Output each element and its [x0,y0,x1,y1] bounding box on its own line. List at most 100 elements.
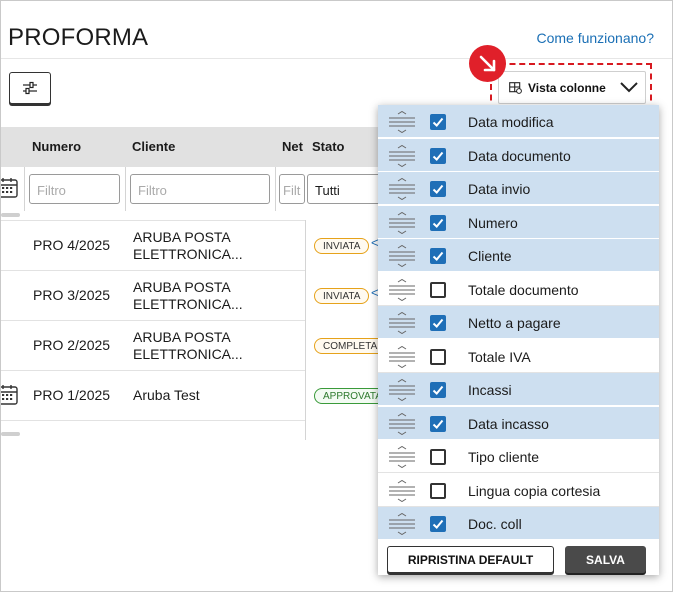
row-3-cliente[interactable]: ARUBA POSTA ELETTRONICA... [133,329,243,363]
chevron-down-icon [620,82,638,93]
column-header-stato[interactable]: Stato [312,139,345,154]
column-checkbox[interactable] [430,147,446,164]
column-checkbox[interactable] [430,248,446,264]
help-link[interactable]: Come funzionano? [536,30,654,46]
column-checkbox[interactable] [430,382,446,398]
row-divider [1,270,305,271]
header-divider [1,58,672,59]
stato-filter-select[interactable]: Tutti [307,174,387,204]
column-header-numero[interactable]: Numero [32,139,81,154]
drag-handle-icon[interactable] [388,312,416,334]
column-checkbox[interactable] [430,516,446,532]
horizontal-scrollbar[interactable] [1,213,20,217]
drag-handle-icon[interactable] [388,446,416,468]
drag-handle-icon[interactable] [388,513,416,535]
column-option[interactable]: Tipo cliente [378,440,659,473]
netto-filter-input[interactable]: Filt [279,174,305,204]
horizontal-scrollbar[interactable] [1,432,20,436]
drag-handle-icon[interactable] [388,345,416,368]
column-separator [275,167,276,211]
column-option[interactable]: Lingua copia cortesia [378,473,659,507]
status-badge: INVIATA [314,288,370,304]
column-header-netto[interactable]: Net [282,139,303,154]
column-option-label: Cliente [468,248,512,264]
drag-handle-icon[interactable] [388,278,416,301]
status-badge: COMPLETA [314,338,387,354]
column-option[interactable]: Doc. coll [378,507,659,540]
column-checkbox[interactable] [430,315,446,331]
column-checkbox[interactable] [430,449,446,465]
row-4-cliente[interactable]: Aruba Test [133,387,200,403]
column-option-label: Netto a pagare [468,315,561,331]
column-checkbox[interactable] [430,214,446,231]
view-columns-label: Vista colonne [528,80,606,95]
sliders-icon [23,81,37,95]
view-columns-button[interactable]: Vista colonne [498,71,646,104]
calendar-icon[interactable] [1,177,19,199]
column-option[interactable]: Totale IVA [378,339,659,373]
column-option-label: Data incasso [468,415,549,432]
save-button[interactable]: SALVA [565,546,646,573]
column-option[interactable]: Cliente [378,239,659,272]
filters-toggle-button[interactable] [9,72,51,104]
column-option-label: Totale documento [468,281,579,298]
checkmark-icon [432,117,444,127]
columns-panel: Data modifica Data documento Data invio Num… [378,105,659,575]
column-option[interactable]: Data modifica [378,105,659,138]
drag-handle-icon[interactable] [388,178,416,200]
column-header-cliente[interactable]: Cliente [132,139,175,154]
row-1-numero[interactable]: PRO 4/2025 [33,237,110,253]
column-checkbox[interactable] [430,482,446,499]
drag-handle-icon[interactable] [388,379,416,401]
checkmark-icon [432,151,444,161]
checkmark-icon [432,318,444,328]
checkmark-icon [432,385,444,395]
column-option[interactable]: Netto a pagare [378,306,659,339]
drag-handle-icon[interactable] [388,412,416,435]
checkmark-icon [432,519,444,529]
row-4-numero[interactable]: PRO 1/2025 [33,387,110,403]
checkmark-icon [432,419,444,429]
drag-handle-icon[interactable] [388,111,416,133]
column-option-label: Tipo cliente [468,449,540,465]
arrow-down-right-icon [469,45,506,82]
reset-default-button[interactable]: RIPRISTINA DEFAULT [387,546,554,573]
column-option-label: Lingua copia cortesia [468,482,601,499]
checkmark-icon [432,251,444,261]
drag-handle-icon[interactable] [388,144,416,167]
column-option-label: Doc. coll [468,516,522,532]
column-checkbox[interactable] [430,415,446,432]
column-option-label: Data invio [468,181,531,197]
proforma-page: PROFORMA Come funzionano? Numero Cliente… [0,0,673,592]
column-option-label: Data documento [468,147,571,164]
column-option[interactable]: Incassi [378,373,659,406]
column-checkbox[interactable] [430,281,446,298]
row-1-cliente[interactable]: ARUBA POSTA ELETTRONICA... [133,229,243,263]
column-option-label: Incassi [468,382,512,398]
numero-filter-input[interactable]: Filtro [29,174,120,204]
column-option-label: Totale IVA [468,348,531,365]
row-divider [1,320,305,321]
calendar-icon[interactable] [1,384,19,406]
row-2-numero[interactable]: PRO 3/2025 [33,287,110,303]
column-option[interactable]: Data incasso [378,406,659,440]
row-2-cliente[interactable]: ARUBA POSTA ELETTRONICA... [133,279,243,313]
column-checkbox[interactable] [430,348,446,365]
drag-handle-icon[interactable] [388,479,416,502]
row-divider [1,370,305,371]
column-option[interactable]: Numero [378,205,659,239]
column-option[interactable]: Data invio [378,172,659,205]
row-divider [1,420,305,421]
column-checkbox[interactable] [430,114,446,130]
row-3-numero[interactable]: PRO 2/2025 [33,337,110,353]
status-badge: INVIATA [314,238,370,254]
column-option[interactable]: Data documento [378,138,659,172]
page-title: PROFORMA [8,24,149,51]
column-checkbox[interactable] [430,181,446,197]
column-option[interactable]: Totale documento [378,272,659,306]
cliente-filter-input[interactable]: Filtro [130,174,270,204]
drag-handle-icon[interactable] [388,211,416,234]
column-separator [125,167,126,211]
column-separator [24,167,25,211]
drag-handle-icon[interactable] [388,245,416,267]
